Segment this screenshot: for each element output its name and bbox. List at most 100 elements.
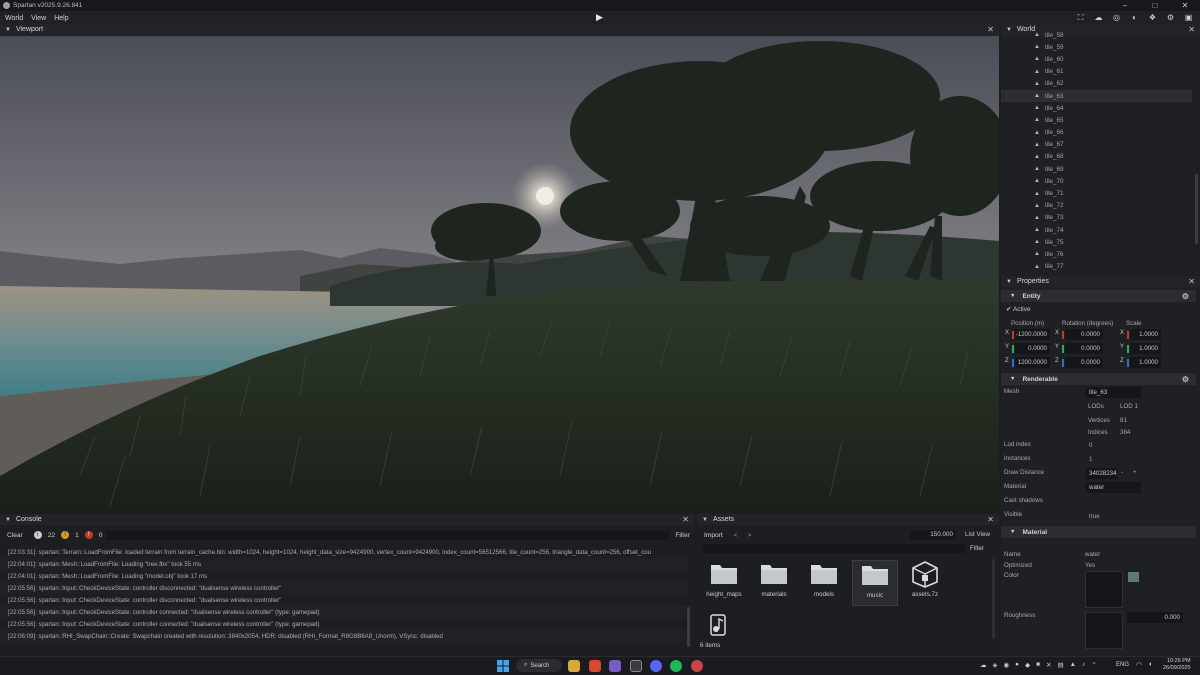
play-icon[interactable]: ▶ xyxy=(596,12,603,23)
roughness-field[interactable]: 0.000 xyxy=(1127,612,1183,623)
material-field[interactable]: water xyxy=(1086,482,1141,493)
gear-icon[interactable]: ⚙ xyxy=(1182,292,1189,301)
collapse-icon[interactable]: ▼ xyxy=(702,517,708,523)
volume-icon[interactable]: ♪ xyxy=(1082,661,1085,669)
tree-item[interactable]: ▲ tile_62 xyxy=(1001,78,1192,90)
scale-z-field[interactable]: 1.0000 xyxy=(1130,357,1161,368)
tree-item[interactable]: ▲ tile_73 xyxy=(1001,212,1192,224)
language-indicator[interactable]: ENG xyxy=(1116,662,1129,668)
file-explorer-icon[interactable] xyxy=(568,660,580,672)
assets-scrollbar[interactable] xyxy=(992,559,995,639)
texture-viewer-icon[interactable]: ▣ xyxy=(1183,12,1194,23)
speaker-icon[interactable]: ◖ xyxy=(1148,661,1152,668)
asset-folder[interactable]: models xyxy=(801,560,847,605)
renderable-section-header[interactable]: ▼ Renderable ⚙ xyxy=(1001,373,1196,385)
forward-button[interactable]: > xyxy=(748,532,752,539)
tray-icon[interactable]: ■ xyxy=(1036,661,1040,669)
tree-item[interactable]: ▲ tile_68 xyxy=(1001,151,1192,163)
asset-folder[interactable]: height_maps xyxy=(701,560,747,605)
tree-item[interactable]: ▲ tile_70 xyxy=(1001,175,1192,187)
collapse-icon[interactable]: ▼ xyxy=(1006,279,1012,285)
back-button[interactable]: < xyxy=(734,532,738,539)
import-button[interactable]: Import xyxy=(704,532,723,539)
menu-world[interactable]: World xyxy=(5,15,23,22)
browser-icon[interactable] xyxy=(589,660,601,672)
discord-icon[interactable] xyxy=(650,660,662,672)
capture-icon[interactable]: ⛶ xyxy=(1075,12,1086,23)
settings-icon[interactable]: ⚙ xyxy=(1165,12,1176,23)
close-icon[interactable]: ✕ xyxy=(987,515,994,524)
position-x-field[interactable]: -1200.0000 xyxy=(1015,329,1050,340)
taskbar-search[interactable]: ⌕ Search xyxy=(516,659,562,672)
visual-studio-icon[interactable] xyxy=(609,660,621,672)
maximize-button[interactable]: □ xyxy=(1140,0,1170,11)
tree-item[interactable]: ▲ tile_58 xyxy=(1001,29,1192,41)
world-scrollbar[interactable] xyxy=(1195,174,1198,244)
menu-help[interactable]: Help xyxy=(54,15,68,22)
close-window-button[interactable]: ✕ xyxy=(1170,0,1200,11)
info-icon[interactable]: i xyxy=(33,531,42,539)
console-scrollbar[interactable] xyxy=(687,607,690,647)
scale-y-field[interactable]: 1.0000 xyxy=(1130,343,1161,354)
menu-view[interactable]: View xyxy=(31,15,46,22)
tray-icon[interactable]: ◈ xyxy=(993,661,998,669)
console-filter-input[interactable] xyxy=(106,530,670,540)
clock[interactable]: 10:26 PM 26/09/2025 xyxy=(1163,658,1191,672)
zoom-field[interactable]: 150.000 xyxy=(910,530,956,540)
start-icon[interactable] xyxy=(497,660,509,672)
color-swatch[interactable] xyxy=(1128,572,1139,582)
scale-x-field[interactable]: 1.0000 xyxy=(1130,329,1161,340)
clear-button[interactable]: Clear xyxy=(7,532,23,539)
rotation-x-field[interactable]: 0.0000 xyxy=(1065,329,1103,340)
tray-icon[interactable]: ▲ xyxy=(1070,661,1076,669)
tree-item[interactable]: ▲ tile_60 xyxy=(1001,53,1192,65)
position-y-field[interactable]: 0.0000 xyxy=(1015,343,1050,354)
material-section-header[interactable]: ▼ Material xyxy=(1001,526,1196,538)
physics-icon[interactable]: ◎ xyxy=(1111,12,1122,23)
tree-item[interactable]: ▲ tile_75 xyxy=(1001,236,1192,248)
mesh-field[interactable]: tile_63 xyxy=(1086,387,1141,398)
tree-item[interactable]: ▲ tile_65 xyxy=(1001,114,1192,126)
rotation-y-field[interactable]: 0.0000 xyxy=(1065,343,1103,354)
close-icon[interactable]: ✕ xyxy=(987,25,994,34)
tray-icon[interactable]: ● xyxy=(1015,661,1019,669)
tree-item[interactable]: ▲ tile_59 xyxy=(1001,41,1192,53)
tree-item[interactable]: ▲ tile_71 xyxy=(1001,187,1192,199)
tray-icon[interactable]: ▤ xyxy=(1058,661,1064,669)
spartan-app-icon[interactable] xyxy=(630,660,642,672)
tray-icon[interactable]: ✕ xyxy=(1046,661,1051,669)
draw-distance-decrement[interactable]: - xyxy=(1121,469,1123,476)
tray-icon[interactable]: ◆ xyxy=(1025,661,1030,669)
tree-item[interactable]: ▲ tile_64 xyxy=(1001,102,1192,114)
minimize-button[interactable]: – xyxy=(1110,0,1140,11)
tray-icon[interactable]: ◉ xyxy=(1004,661,1010,669)
active-checkbox[interactable]: ✔ Active xyxy=(1006,305,1031,313)
color-texture-slot[interactable] xyxy=(1085,571,1123,608)
warning-icon[interactable]: ! xyxy=(61,531,70,539)
chevron-up-icon[interactable]: ⌃ xyxy=(1091,661,1096,669)
rotation-z-field[interactable]: 0.0000 xyxy=(1065,357,1103,368)
resource-viewer-icon[interactable]: ❖ xyxy=(1147,12,1158,23)
tree-item-selected[interactable]: ▲ tile_63 xyxy=(1001,89,1192,103)
tree-item[interactable]: ▲ tile_66 xyxy=(1001,127,1192,139)
close-icon[interactable]: ✕ xyxy=(1188,277,1195,286)
asset-file[interactable] xyxy=(703,612,733,642)
asset-archive[interactable]: assets.7z xyxy=(902,560,948,605)
roughness-texture-slot[interactable] xyxy=(1085,612,1123,649)
position-z-field[interactable]: 1200.0000 xyxy=(1015,357,1050,368)
close-icon[interactable]: ✕ xyxy=(682,515,689,524)
render-options-icon[interactable]: ☁ xyxy=(1093,12,1104,23)
collapse-icon[interactable]: ▼ xyxy=(5,517,11,523)
draw-distance-increment[interactable]: + xyxy=(1133,469,1137,476)
tree-item[interactable]: ▲ tile_61 xyxy=(1001,66,1192,78)
viewport-scene[interactable] xyxy=(0,36,999,513)
tree-item[interactable]: ▲ tile_76 xyxy=(1001,248,1192,260)
gear-icon[interactable]: ⚙ xyxy=(1182,375,1189,384)
tree-item[interactable]: ▲ tile_77 xyxy=(1001,261,1192,273)
app-icon[interactable] xyxy=(691,660,703,672)
list-view-button[interactable]: List View xyxy=(965,531,990,538)
tree-item[interactable]: ▲ tile_69 xyxy=(1001,163,1192,175)
error-icon[interactable]: ! xyxy=(84,531,93,539)
tree-item[interactable]: ▲ tile_72 xyxy=(1001,200,1192,212)
tree-item[interactable]: ▲ tile_74 xyxy=(1001,224,1192,236)
